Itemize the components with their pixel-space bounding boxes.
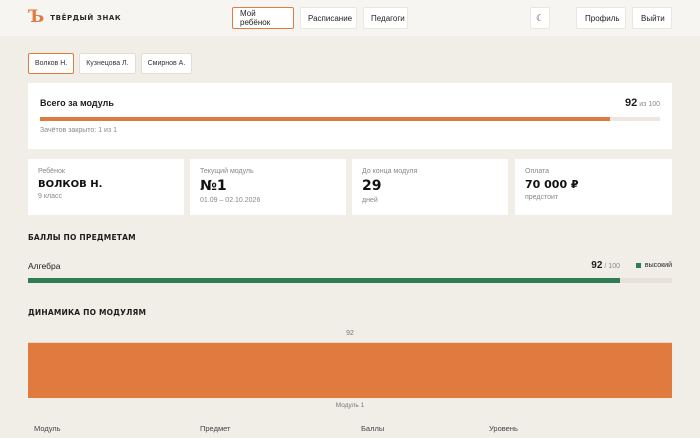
stat-value: 70 000 ₽ xyxy=(525,178,579,191)
table-header-module: Модуль xyxy=(34,424,61,433)
child-tab[interactable]: Смирнов А. xyxy=(140,53,193,74)
brand-name: ТВЁРДЫЙ ЗНАК xyxy=(50,13,122,22)
main-nav: Мой ребёнок Расписание Педагоги xyxy=(232,7,408,29)
stat-value: ВОЛКОВ Н. xyxy=(38,179,103,190)
subject-score: 92/ 100 xyxy=(591,260,620,271)
child-tab[interactable]: Кузнецова Л. xyxy=(79,53,136,74)
module-total-score-max: из 100 xyxy=(639,101,660,108)
stat-sub: 01.09 – 02.10.2026 xyxy=(200,197,261,204)
nav-schedule[interactable]: Расписание xyxy=(300,7,357,29)
stat-value: 29 xyxy=(362,178,382,194)
subject-progress-track xyxy=(28,278,672,283)
subject-score-value: 92 xyxy=(591,260,603,271)
stat-label: Оплата xyxy=(525,168,550,175)
logo-mark-icon: Ъ xyxy=(28,7,45,27)
subjects-section-title: БАЛЛЫ ПО ПРЕДМЕТАМ xyxy=(28,233,136,242)
module-total-subtitle: Зачётов закрыто: 1 из 1 xyxy=(40,127,117,134)
brand-logo[interactable]: Ъ ТВЁРДЫЙ ЗНАК xyxy=(28,9,121,26)
chart-data-label: 92 xyxy=(346,330,354,337)
logout-button[interactable]: Выйти xyxy=(632,7,672,29)
module-total-score: 92 из 100 xyxy=(625,97,660,109)
subject-level: высокий xyxy=(644,262,672,269)
subject-name: Алгебра xyxy=(28,261,61,271)
stat-label: Ребёнок xyxy=(38,168,65,175)
stat-card-child: Ребёнок ВОЛКОВ Н. 9 класс xyxy=(28,159,184,215)
table-header-score: Баллы xyxy=(361,424,385,433)
top-bar: Ъ ТВЁРДЫЙ ЗНАК Мой ребёнок Расписание Пе… xyxy=(0,0,700,36)
chart-category-label: Модуль 1 xyxy=(336,402,365,409)
module-total-score-value: 92 xyxy=(625,97,638,109)
subject-level-legend: высокий xyxy=(635,262,672,269)
nav-my-child[interactable]: Мой ребёнок xyxy=(232,7,294,29)
stat-card-module: Текущий модуль №1 01.09 – 02.10.2026 xyxy=(190,159,346,215)
stat-sub: предстоит xyxy=(525,194,559,201)
dynamics-section-title: ДИНАМИКА ПО МОДУЛЯМ xyxy=(28,308,147,317)
stat-card-payment: Оплата 70 000 ₽ предстоит xyxy=(515,159,672,215)
theme-toggle-moon-icon[interactable]: ☾ xyxy=(530,7,550,29)
stat-label: Текущий модуль xyxy=(200,168,254,175)
module-progress-track xyxy=(40,117,660,121)
profile-button[interactable]: Профиль xyxy=(576,7,626,29)
stat-value: №1 xyxy=(200,178,227,194)
header-actions: ☾ Профиль Выйти xyxy=(530,7,672,29)
child-tabs: Волков Н. Кузнецова Л. Смирнов А. xyxy=(28,53,193,74)
module-total-card: Всего за модуль 92 из 100 Зачётов закрыто… xyxy=(28,83,672,149)
table-header-level: Уровень xyxy=(489,424,518,433)
table-header-subject: Предмет xyxy=(200,424,231,433)
stat-label: До конца модуля xyxy=(362,168,418,175)
chart-bar xyxy=(28,342,672,398)
stat-sub: 9 класс xyxy=(38,193,62,200)
module-progress-fill xyxy=(40,117,611,121)
stat-sub: дней xyxy=(362,197,378,204)
stat-card-days-left: До конца модуля 29 дней xyxy=(352,159,508,215)
level-swatch-icon xyxy=(635,263,641,268)
module-total-title: Всего за модуль xyxy=(40,98,114,108)
module-dynamics-chart: 92 Модуль 1 xyxy=(28,330,672,409)
subject-progress-fill xyxy=(28,278,621,283)
nav-teachers[interactable]: Педагоги xyxy=(363,7,408,29)
child-tab[interactable]: Волков Н. xyxy=(28,53,75,74)
subject-score-max: / 100 xyxy=(604,263,620,270)
